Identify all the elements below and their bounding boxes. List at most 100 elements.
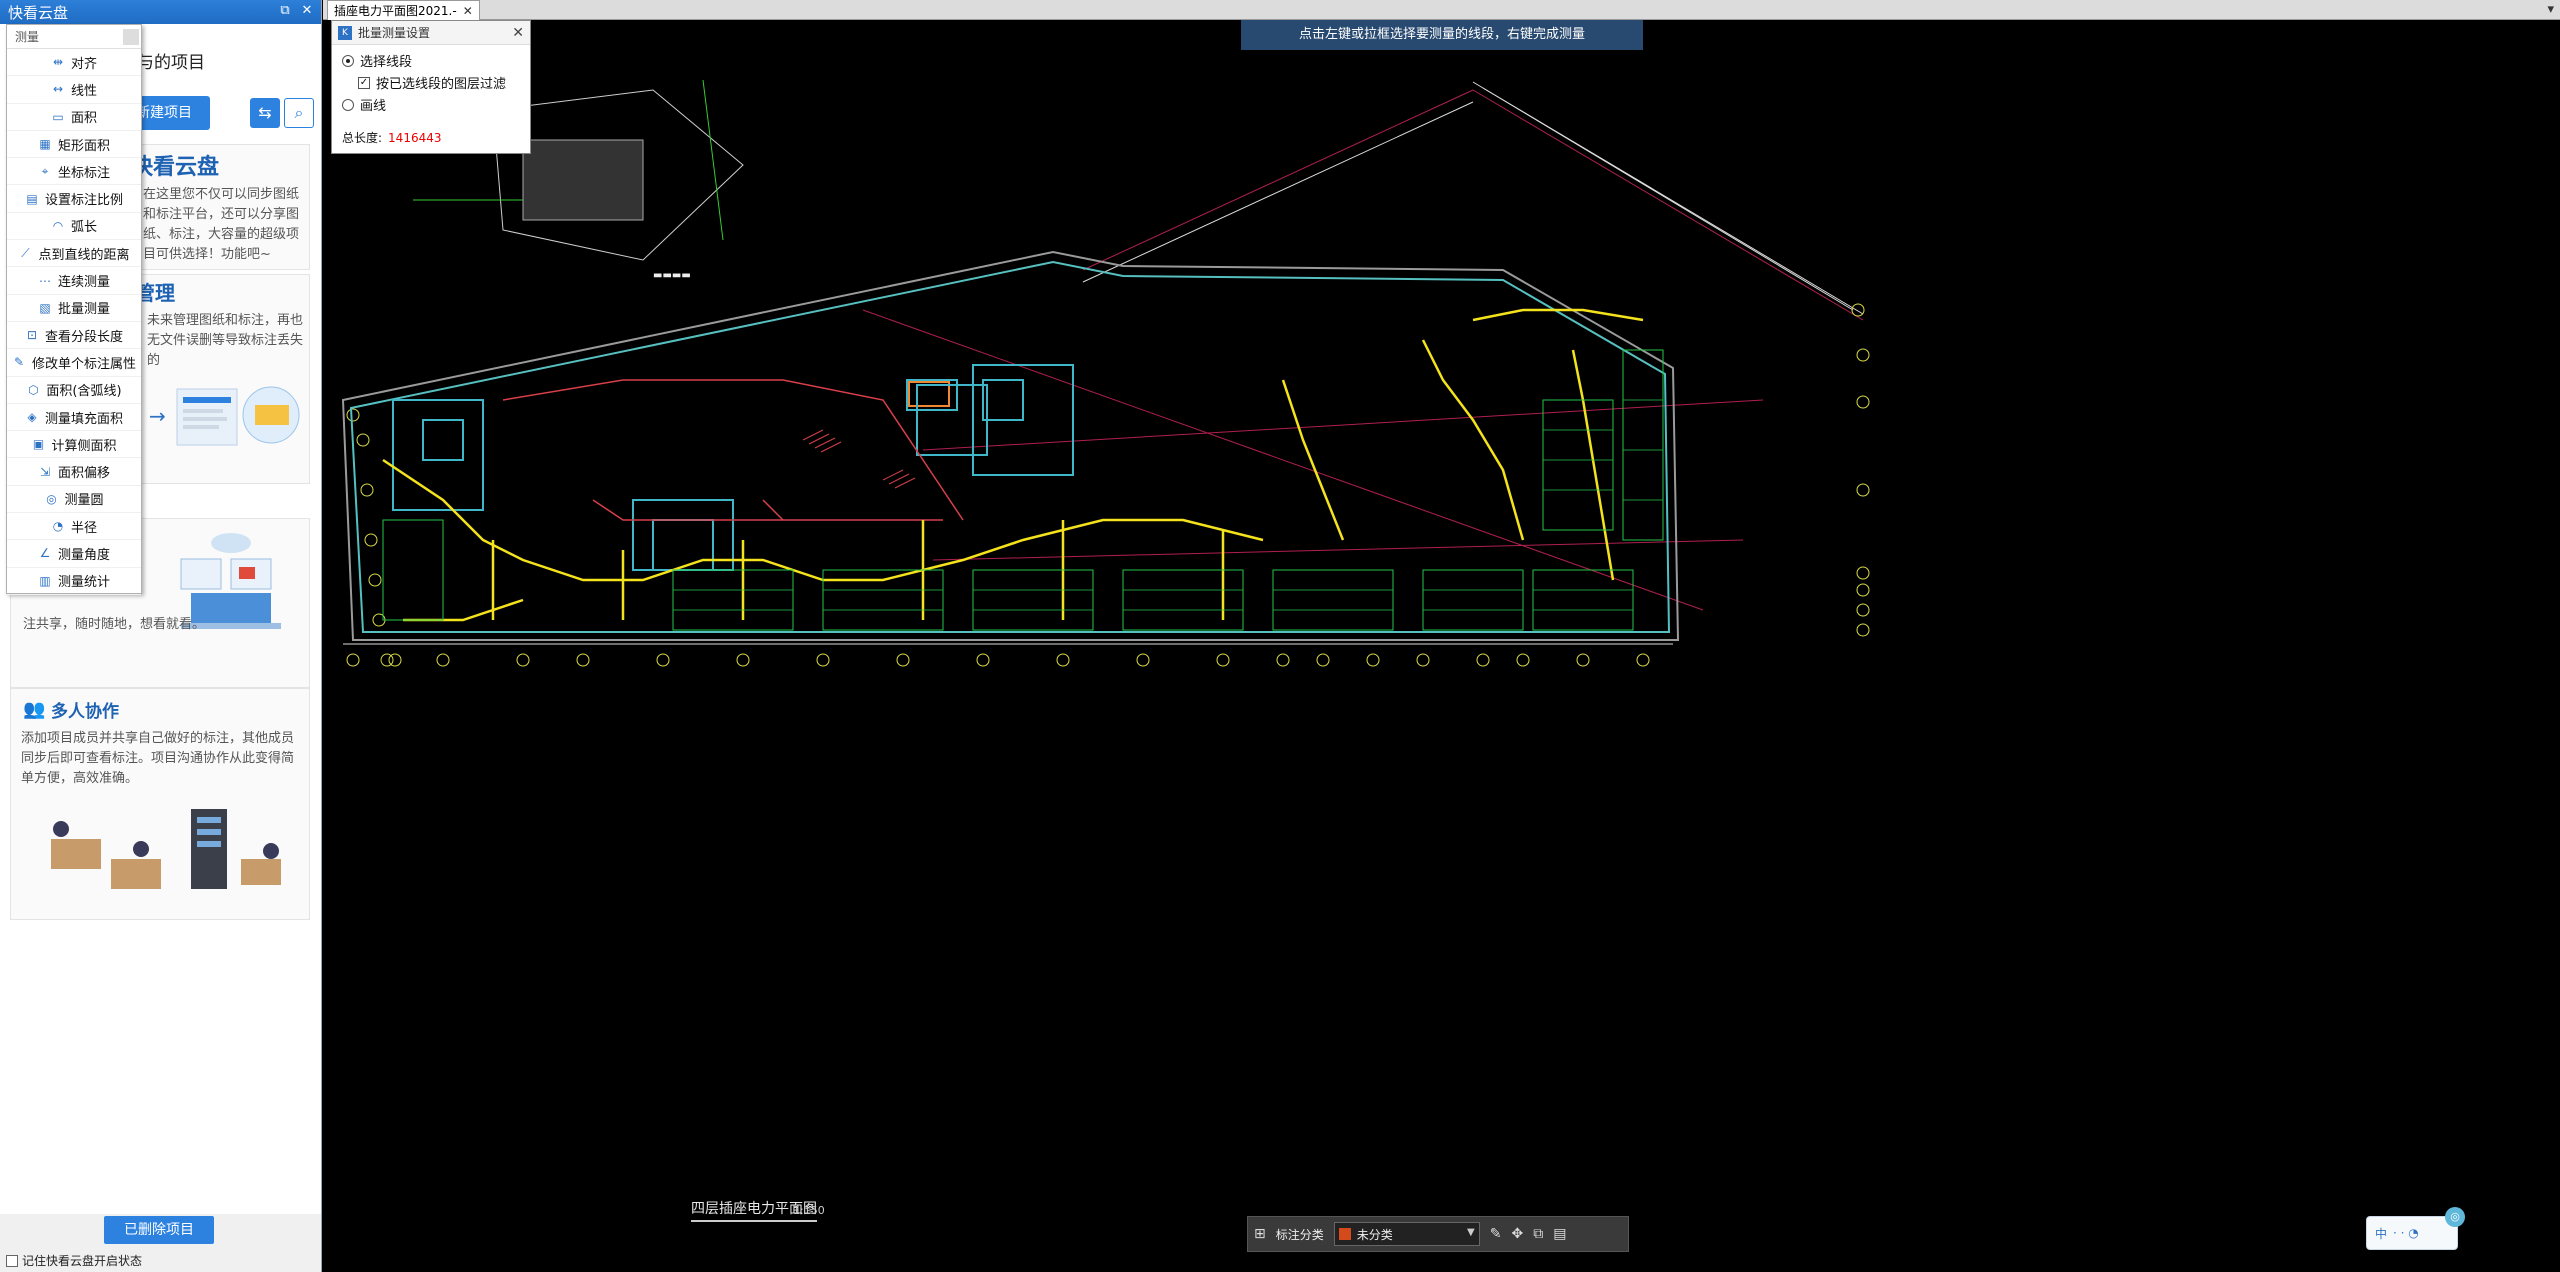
annotation-toolbar: ⊞ 标注分类 未分类 ▼ ✎ ✥ ⧉ ▤ (1247, 1216, 1629, 1252)
floor-plan-drawing: ▬▬▬▬ (341, 79, 1870, 667)
document-tab-strip: 插座电力平面图2021.- ✕ ▾ (323, 0, 2560, 20)
measure-tool-icon: ⌖ (41, 163, 49, 178)
paste-icon[interactable]: ▤ (1553, 1226, 1566, 1242)
sync-icon[interactable]: ⇆ (250, 98, 280, 128)
radio-select-segment[interactable] (342, 54, 354, 67)
intro-card-text: 在这里您不仅可以同步图纸和标注平台，还可以分享图纸、标注，大容量的超级项目可供选… (143, 187, 300, 262)
measure-menu-item-label: 修改单个标注属性 (31, 356, 136, 372)
measure-menu-item[interactable]: ⊡ 查看分段长度 (7, 322, 141, 350)
measure-menu-item-label: 测量填充面积 (44, 411, 123, 427)
measure-menu-item[interactable]: ⬡ 面积(含弧线) (7, 377, 141, 404)
collab-card-title: 多人协作 (51, 702, 119, 722)
collab-card: 👥 多人协作 添加项目成员并共享自己做好的标注，其他成员同步后即可查看标注。项目… (10, 688, 310, 920)
measure-tool-icon: ⇹ (52, 55, 64, 70)
measure-tool-icon: ▤ (26, 191, 38, 206)
category-value: 未分类 (1356, 1227, 1393, 1242)
measure-menu: 测量 ⇹ 对齐 ↔ 线性 ▭ 面积 ▦ 矩形面积 ⌖ 坐标标注 ▤ 设置标注比例 ◠ 弧长 ⟋ 点到直线的距离… (6, 24, 142, 595)
option-polyline-label: 画线 (360, 99, 387, 114)
measure-tool-icon: ▧ (39, 300, 51, 315)
copy-icon[interactable]: ⧉ (1533, 1226, 1543, 1242)
measure-menu-item[interactable]: ⇹ 对齐 (7, 49, 141, 77)
measure-menu-item-label: 对齐 (70, 56, 97, 72)
search-icon[interactable]: ⌕ (284, 98, 314, 128)
measure-tool-icon: ∠ (39, 546, 51, 561)
people-icon: 👥 (23, 699, 46, 720)
measure-menu-item[interactable]: ∠ 测量角度 (7, 540, 141, 568)
measure-menu-item[interactable]: ◔ 半径 (7, 513, 141, 541)
measure-menu-item[interactable]: ▭ 面积 (7, 104, 141, 131)
measure-tool-icon: ▦ (39, 137, 51, 152)
measure-tool-icon: ▣ (32, 437, 45, 452)
close-icon[interactable]: ✕ (512, 25, 524, 41)
measure-menu-item[interactable]: ↔ 线性 (7, 76, 141, 104)
option-select-segment[interactable]: 选择线段 (342, 51, 412, 70)
tab-list-arrow-icon[interactable]: ▾ (2547, 2, 2554, 17)
document-tab[interactable]: 插座电力平面图2021.- ✕ (327, 0, 480, 20)
measure-menu-item-label: 线性 (70, 83, 97, 99)
room-walls (392, 364, 1074, 571)
bottom-axis-bubbles (346, 653, 1650, 667)
measure-menu-item-label: 连续测量 (57, 275, 110, 291)
total-length-row: 总长度: 1416443 (342, 129, 442, 146)
move-icon[interactable]: ✥ (1511, 1226, 1523, 1242)
measure-menu-item[interactable]: ▧ 批量测量 (7, 295, 141, 322)
panel-title: 快看云盘 (8, 3, 69, 22)
measure-menu-item[interactable]: ◎ 测量圆 (7, 486, 141, 514)
ime-status-icon: ◎ (2445, 1207, 2465, 1227)
measure-menu-item-label: 坐标标注 (57, 165, 110, 181)
option-layer-filter[interactable]: ✓ 按已选线段的图层过滤 (358, 73, 506, 92)
measure-menu-item[interactable]: ⋯ 连续测量 (7, 267, 141, 295)
measure-menu-item[interactable]: ⌖ 坐标标注 (7, 158, 141, 186)
measure-menu-item-label: 测量角度 (57, 547, 110, 563)
measure-menu-item[interactable]: ◠ 弧长 (7, 213, 141, 241)
share-card-text: 注共享，随时随地，想看就看。 (23, 617, 206, 632)
measure-menu-item[interactable]: ✎ 修改单个标注属性 (7, 349, 141, 377)
measure-menu-item-label: 测量统计 (57, 575, 110, 591)
restore-icon[interactable]: ⧉ (278, 4, 292, 18)
close-tab-icon[interactable]: ✕ (463, 4, 473, 18)
measure-menu-item-label: 矩形面积 (57, 138, 110, 154)
measure-menu-item-label: 点到直线的距离 (38, 247, 130, 263)
close-icon[interactable]: ✕ (300, 4, 314, 18)
measure-menu-item[interactable]: ▣ 计算侧面积 (7, 431, 141, 459)
measure-menu-items: ⇹ 对齐 ↔ 线性 ▭ 面积 ▦ 矩形面积 ⌖ 坐标标注 ▤ 设置标注比例 ◠ 弧长 ⟋ 点到直线的距离 ⋯ 连续… (7, 49, 141, 595)
category-color-swatch (1338, 1228, 1351, 1240)
measure-menu-title-text: 测量 (15, 30, 40, 44)
measure-tool-icon: ⋯ (38, 273, 51, 288)
measure-menu-item[interactable]: ▥ 测量统计 (7, 568, 141, 595)
measure-menu-item-label: 测量圆 (64, 493, 104, 509)
batch-dialog-header: K 批量测量设置 ✕ (332, 21, 530, 45)
measure-menu-item-label: 计算侧面积 (51, 438, 117, 454)
measure-tool-icon: ◠ (52, 218, 64, 233)
cad-canvas[interactable]: ▬▬▬▬ 四层插座电力平面图 1:150 点击左键或拉框选择要测量的线段，右键完… (323, 20, 2560, 1272)
measure-menu-item[interactable]: ▦ 矩形面积 (7, 131, 141, 159)
radio-polyline[interactable] (342, 98, 354, 111)
measure-tool-icon: ⬡ (28, 382, 39, 397)
option-layer-filter-label: 按已选线段的图层过滤 (376, 77, 507, 92)
measure-tool-icon: ↔ (52, 82, 64, 97)
remember-checkbox[interactable] (6, 1254, 18, 1267)
category-grid-icon[interactable]: ⊞ (1254, 1226, 1266, 1242)
remember-state-row[interactable]: 记住快看云盘开启状态 (6, 1252, 142, 1269)
measure-menu-item-label: 弧长 (70, 220, 97, 236)
pin-icon[interactable] (123, 29, 139, 45)
batch-dialog-title: 批量测量设置 (358, 26, 431, 40)
measure-menu-item[interactable]: ⇲ 面积偏移 (7, 458, 141, 486)
staircase (802, 429, 916, 489)
measure-menu-item[interactable]: ⟋ 点到直线的距离 (7, 240, 141, 268)
measure-menu-item[interactable]: ▤ 设置标注比例 (7, 185, 141, 213)
electrical-wiring (382, 308, 1644, 622)
checkbox-layer-filter[interactable]: ✓ (358, 76, 370, 89)
category-select[interactable]: 未分类 ▼ (1333, 1222, 1480, 1246)
document-tab-label: 插座电力平面图2021.- (334, 4, 457, 18)
panel-header: 快看云盘 ⧉ ✕ (0, 0, 321, 24)
deleted-projects-button[interactable]: 已删除项目 (104, 1216, 214, 1244)
ime-widget[interactable]: 中 · · ◔ ◎ (2366, 1207, 2465, 1250)
intro-card-title: 快看云盘 (131, 155, 220, 180)
category-label: 标注分类 (1275, 1227, 1324, 1242)
measure-menu-item-label: 面积(含弧线) (46, 384, 122, 400)
building-outline (341, 250, 1680, 641)
option-polyline[interactable]: 画线 (342, 95, 386, 114)
edit-icon[interactable]: ✎ (1490, 1226, 1502, 1242)
measure-menu-item[interactable]: ◈ 测量填充面积 (7, 404, 141, 432)
